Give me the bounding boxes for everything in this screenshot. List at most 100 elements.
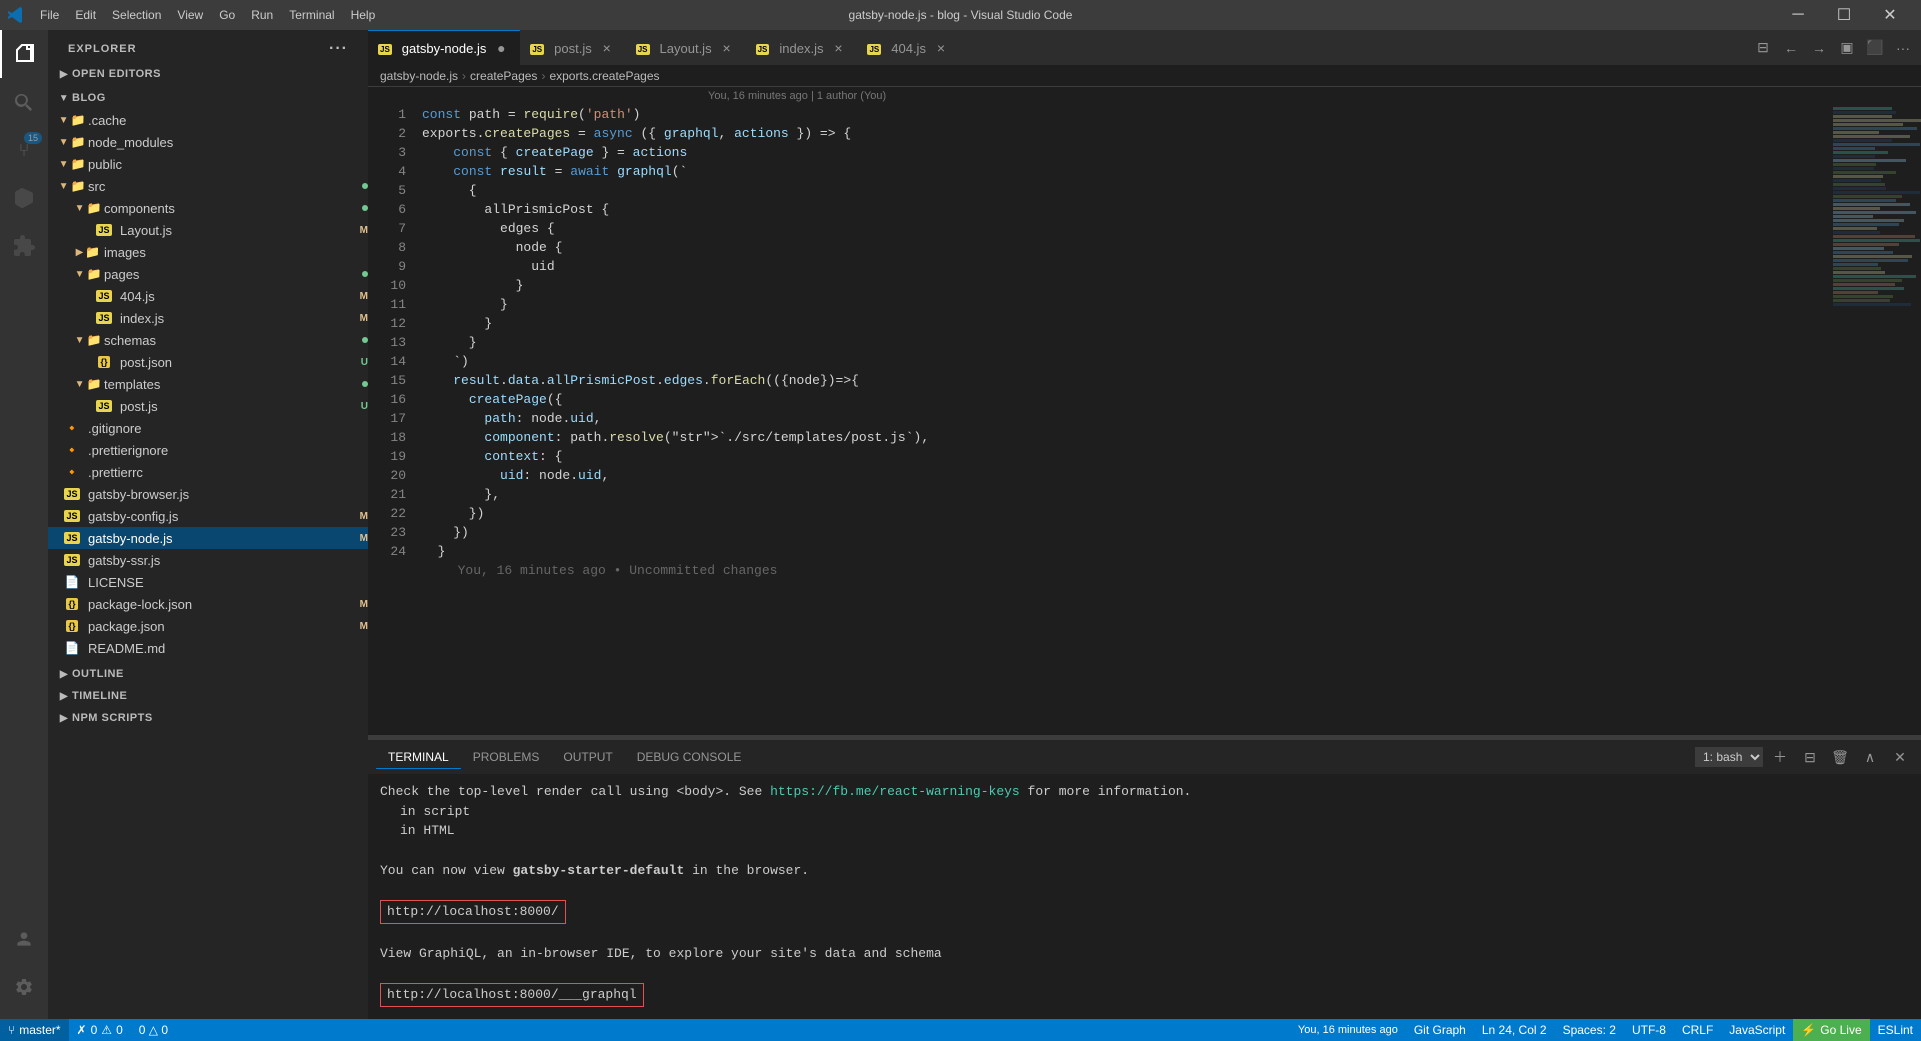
terminal-trash-button[interactable]: 🗑 bbox=[1827, 744, 1853, 770]
tree-item--gitignore[interactable]: 🔸.gitignore bbox=[48, 417, 368, 439]
section-outline[interactable]: ▶ OUTLINE bbox=[48, 663, 368, 685]
breadcrumb-item-3[interactable]: exports.createPages bbox=[549, 69, 659, 83]
tree-item-package-json[interactable]: {}package.jsonM bbox=[48, 615, 368, 637]
tab-close-button[interactable]: × bbox=[829, 39, 847, 57]
terminal-close-button[interactable]: ✕ bbox=[1887, 744, 1913, 770]
file-icon: ▼📁 bbox=[64, 178, 80, 194]
status-eol[interactable]: CRLF bbox=[1674, 1019, 1721, 1041]
tree-item-gatsby-node-js[interactable]: JSgatsby-node.jsM bbox=[48, 527, 368, 549]
code-area[interactable]: const path = require('path')exports.crea… bbox=[414, 105, 1831, 735]
go-back-button[interactable]: ← bbox=[1777, 34, 1805, 62]
tab-index[interactable]: JSindex.js× bbox=[746, 30, 858, 65]
status-cursor[interactable]: Ln 24, Col 2 bbox=[1474, 1019, 1555, 1041]
minimize-button[interactable]: ─ bbox=[1775, 0, 1821, 30]
status-errors[interactable]: ✗ 0 ⚠ 0 bbox=[69, 1019, 131, 1041]
status-language[interactable]: JavaScript bbox=[1721, 1019, 1793, 1041]
tab-gatsby-node[interactable]: JSgatsby-node.js● bbox=[368, 30, 520, 65]
terminal-link[interactable]: http://localhost:8000/___graphql bbox=[380, 983, 644, 1007]
tree-item-404-js[interactable]: JS404.jsM bbox=[48, 285, 368, 307]
tree-item-LICENSE[interactable]: 📄LICENSE bbox=[48, 571, 368, 593]
split-editor-button[interactable]: ⊟ bbox=[1749, 34, 1777, 62]
status-go-live[interactable]: ⚡ Go Live bbox=[1793, 1019, 1869, 1041]
status-git-branch[interactable]: ⑂ master* bbox=[0, 1019, 69, 1041]
menu-view[interactable]: View bbox=[169, 4, 211, 26]
file-label: gatsby-ssr.js bbox=[88, 553, 368, 568]
tree-item-package-lock-json[interactable]: {}package-lock.jsonM bbox=[48, 593, 368, 615]
terminal-tab-debug-console[interactable]: DEBUG CONSOLE bbox=[625, 746, 754, 769]
toggle-sidebar-button[interactable]: ▣ bbox=[1833, 34, 1861, 62]
tab-404[interactable]: JS404.js× bbox=[857, 30, 960, 65]
tree-item--prettierignore[interactable]: 🔸.prettierignore bbox=[48, 439, 368, 461]
tree-item-index-js[interactable]: JSindex.jsM bbox=[48, 307, 368, 329]
maximize-button[interactable]: ☐ bbox=[1821, 0, 1867, 30]
tab-post-js[interactable]: JSpost.js× bbox=[520, 30, 625, 65]
menu-go[interactable]: Go bbox=[211, 4, 243, 26]
tab-close-button[interactable]: × bbox=[718, 39, 736, 57]
menu-terminal[interactable]: Terminal bbox=[281, 4, 342, 26]
tree-item-node_modules[interactable]: ▼📁node_modules bbox=[48, 131, 368, 153]
warning-icon: ⚠ bbox=[101, 1023, 112, 1037]
terminal-tab-problems[interactable]: PROBLEMS bbox=[461, 746, 552, 769]
status-encoding[interactable]: UTF-8 bbox=[1624, 1019, 1674, 1041]
section-npm-scripts[interactable]: ▶ NPM SCRIPTS bbox=[48, 707, 368, 729]
tree-item-post-json[interactable]: {}post.jsonU bbox=[48, 351, 368, 373]
activity-search[interactable] bbox=[0, 78, 48, 126]
tree-item-gatsby-ssr-js[interactable]: JSgatsby-ssr.js bbox=[48, 549, 368, 571]
tree-item-Layout-js[interactable]: JSLayout.jsM bbox=[48, 219, 368, 241]
tree-item--cache[interactable]: ▼📁.cache bbox=[48, 109, 368, 131]
menu-selection[interactable]: Selection bbox=[104, 4, 169, 26]
toggle-panel-button[interactable]: ⬛ bbox=[1861, 34, 1889, 62]
activity-run[interactable] bbox=[0, 174, 48, 222]
go-forward-button[interactable]: → bbox=[1805, 34, 1833, 62]
file-label: schemas bbox=[104, 333, 358, 348]
tree-item-templates[interactable]: ▼📁templates bbox=[48, 373, 368, 395]
breadcrumb-item-2[interactable]: createPages bbox=[470, 69, 537, 83]
status-info[interactable]: 0 △ 0 bbox=[131, 1019, 176, 1041]
tree-item-schemas[interactable]: ▼📁schemas bbox=[48, 329, 368, 351]
sidebar-more-icon[interactable]: ··· bbox=[329, 40, 348, 58]
tabs-right-controls: ⊟ ← → ▣ ⬛ ··· bbox=[1745, 30, 1921, 65]
section-open-editors[interactable]: ▶ OPEN EDITORS bbox=[48, 63, 368, 85]
status-git-graph[interactable]: Git Graph bbox=[1406, 1019, 1474, 1041]
activity-source-control[interactable]: ⑂ 15 bbox=[0, 126, 48, 174]
activity-accounts[interactable] bbox=[0, 915, 48, 963]
activity-explorer[interactable] bbox=[0, 30, 48, 78]
status-liveshare[interactable]: You, 16 minutes ago bbox=[1290, 1019, 1406, 1041]
tree-item-README-md[interactable]: 📄README.md bbox=[48, 637, 368, 659]
section-blog[interactable]: ▼ BLOG bbox=[48, 87, 368, 109]
tab-close-button[interactable]: × bbox=[932, 39, 950, 57]
tree-item-gatsby-config-js[interactable]: JSgatsby-config.jsM bbox=[48, 505, 368, 527]
terminal-tab-output[interactable]: OUTPUT bbox=[551, 746, 624, 769]
menu-help[interactable]: Help bbox=[343, 4, 384, 26]
file-label: templates bbox=[104, 377, 358, 392]
tree-item-src[interactable]: ▼📁src bbox=[48, 175, 368, 197]
tree-item-images[interactable]: ▶📁images bbox=[48, 241, 368, 263]
tab-close-button[interactable]: ● bbox=[492, 39, 510, 57]
menu-edit[interactable]: Edit bbox=[67, 4, 104, 26]
terminal-content[interactable]: Check the top-level render call using <b… bbox=[368, 774, 1921, 1019]
terminal-maximize-button[interactable]: ∧ bbox=[1857, 744, 1883, 770]
terminal-split-button[interactable]: ⊟ bbox=[1797, 744, 1823, 770]
terminal-add-button[interactable]: ＋ bbox=[1767, 744, 1793, 770]
menu-run[interactable]: Run bbox=[243, 4, 281, 26]
more-actions-button[interactable]: ··· bbox=[1889, 34, 1917, 62]
close-button[interactable]: ✕ bbox=[1867, 0, 1913, 30]
status-eslint[interactable]: ESLint bbox=[1870, 1019, 1921, 1041]
status-spaces[interactable]: Spaces: 2 bbox=[1555, 1019, 1624, 1041]
activity-settings[interactable] bbox=[0, 963, 48, 1011]
terminal-link[interactable]: http://localhost:8000/ bbox=[380, 900, 566, 924]
tree-item-pages[interactable]: ▼📁pages bbox=[48, 263, 368, 285]
tree-item--prettierrc[interactable]: 🔸.prettierrc bbox=[48, 461, 368, 483]
tree-item-public[interactable]: ▼📁public bbox=[48, 153, 368, 175]
tab-layout[interactable]: JSLayout.js× bbox=[626, 30, 746, 65]
activity-extensions[interactable] bbox=[0, 222, 48, 270]
menu-file[interactable]: File bbox=[32, 4, 67, 26]
tab-close-button[interactable]: × bbox=[598, 39, 616, 57]
section-timeline[interactable]: ▶ TIMELINE bbox=[48, 685, 368, 707]
breadcrumb-item-1[interactable]: gatsby-node.js bbox=[380, 69, 458, 83]
tree-item-components[interactable]: ▼📁components bbox=[48, 197, 368, 219]
terminal-shell-selector[interactable]: 1: bash bbox=[1695, 747, 1763, 767]
tree-item-gatsby-browser-js[interactable]: JSgatsby-browser.js bbox=[48, 483, 368, 505]
terminal-tab-terminal[interactable]: TERMINAL bbox=[376, 746, 461, 769]
tree-item-post-js[interactable]: JSpost.jsU bbox=[48, 395, 368, 417]
